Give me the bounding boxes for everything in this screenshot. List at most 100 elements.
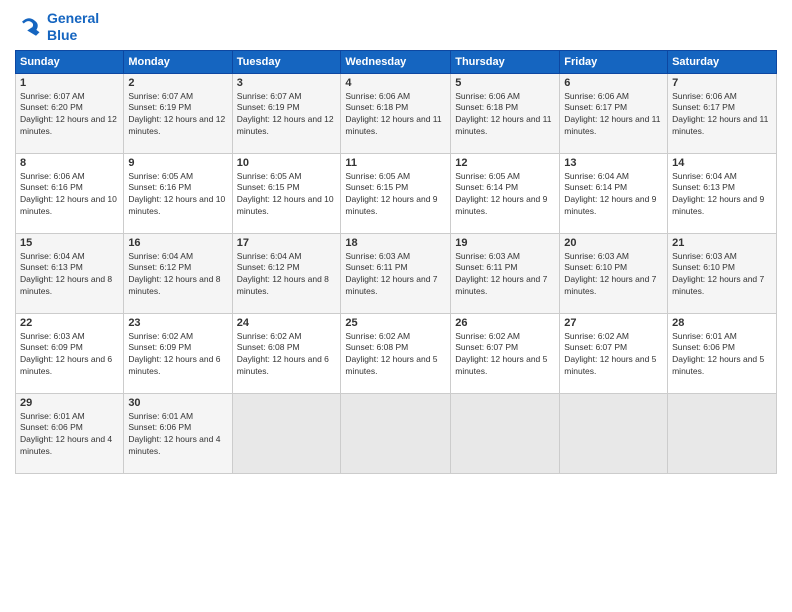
- day-info: Sunrise: 6:03 AMSunset: 6:11 PMDaylight:…: [455, 251, 555, 299]
- weekday-header-monday: Monday: [124, 50, 232, 73]
- calendar-cell: 15 Sunrise: 6:04 AMSunset: 6:13 PMDayligh…: [16, 233, 124, 313]
- day-number: 6: [564, 77, 663, 89]
- calendar-cell: 13 Sunrise: 6:04 AMSunset: 6:14 PMDayligh…: [560, 153, 668, 233]
- day-info: Sunrise: 6:02 AMSunset: 6:08 PMDaylight:…: [345, 331, 446, 379]
- calendar-cell: 22 Sunrise: 6:03 AMSunset: 6:09 PMDayligh…: [16, 313, 124, 393]
- week-row-3: 15 Sunrise: 6:04 AMSunset: 6:13 PMDayligh…: [16, 233, 777, 313]
- day-number: 17: [237, 237, 337, 249]
- calendar-cell: 10 Sunrise: 6:05 AMSunset: 6:15 PMDayligh…: [232, 153, 341, 233]
- day-info: Sunrise: 6:01 AMSunset: 6:06 PMDaylight:…: [128, 411, 227, 459]
- week-row-2: 8Sunrise: 6:06 AMSunset: 6:16 PMDaylight…: [16, 153, 777, 233]
- calendar-cell: 24 Sunrise: 6:02 AMSunset: 6:08 PMDayligh…: [232, 313, 341, 393]
- day-number: 27: [564, 317, 663, 329]
- day-number: 16: [128, 237, 227, 249]
- day-number: 2: [128, 77, 227, 89]
- day-number: 13: [564, 157, 663, 169]
- calendar-cell: 2Sunrise: 6:07 AMSunset: 6:19 PMDaylight…: [124, 73, 232, 153]
- calendar-cell: 29Sunrise: 6:01 AMSunset: 6:06 PMDayligh…: [16, 393, 124, 473]
- calendar-cell: 1 Sunrise: 6:07 AMSunset: 6:20 PMDaylight…: [16, 73, 124, 153]
- calendar-cell: 30 Sunrise: 6:01 AMSunset: 6:06 PMDayligh…: [124, 393, 232, 473]
- day-info: Sunrise: 6:04 AMSunset: 6:13 PMDaylight:…: [20, 251, 119, 299]
- day-number: 20: [564, 237, 663, 249]
- day-info: Sunrise: 6:02 AMSunset: 6:09 PMDaylight:…: [128, 331, 227, 379]
- page-container: General Blue SundayMondayTuesdayWednesda…: [0, 0, 792, 484]
- day-info: Sunrise: 6:03 AMSunset: 6:11 PMDaylight:…: [345, 251, 446, 299]
- day-number: 23: [128, 317, 227, 329]
- calendar-cell: 20 Sunrise: 6:03 AMSunset: 6:10 PMDayligh…: [560, 233, 668, 313]
- calendar-cell: 16 Sunrise: 6:04 AMSunset: 6:12 PMDayligh…: [124, 233, 232, 313]
- day-info: Sunrise: 6:06 AMSunset: 6:16 PMDaylight:…: [20, 171, 119, 219]
- day-number: 24: [237, 317, 337, 329]
- day-number: 26: [455, 317, 555, 329]
- day-info: Sunrise: 6:06 AMSunset: 6:17 PMDaylight:…: [564, 91, 663, 139]
- day-number: 22: [20, 317, 119, 329]
- day-info: Sunrise: 6:04 AMSunset: 6:12 PMDaylight:…: [128, 251, 227, 299]
- day-number: 25: [345, 317, 446, 329]
- weekday-header-sunday: Sunday: [16, 50, 124, 73]
- day-number: 5: [455, 77, 555, 89]
- calendar-cell: 27 Sunrise: 6:02 AMSunset: 6:07 PMDayligh…: [560, 313, 668, 393]
- logo-icon: [15, 13, 43, 41]
- day-info: Sunrise: 6:01 AMSunset: 6:06 PMDaylight:…: [672, 331, 772, 379]
- calendar-cell: 11 Sunrise: 6:05 AMSunset: 6:15 PMDayligh…: [341, 153, 451, 233]
- weekday-header-thursday: Thursday: [451, 50, 560, 73]
- calendar-cell: [560, 393, 668, 473]
- day-number: 12: [455, 157, 555, 169]
- day-info: Sunrise: 6:02 AMSunset: 6:08 PMDaylight:…: [237, 331, 337, 379]
- calendar-cell: 7 Sunrise: 6:06 AMSunset: 6:17 PMDaylight…: [668, 73, 777, 153]
- calendar-cell: 14 Sunrise: 6:04 AMSunset: 6:13 PMDayligh…: [668, 153, 777, 233]
- day-info: Sunrise: 6:06 AMSunset: 6:18 PMDaylight:…: [345, 91, 446, 139]
- calendar-cell: 19Sunrise: 6:03 AMSunset: 6:11 PMDayligh…: [451, 233, 560, 313]
- day-number: 21: [672, 237, 772, 249]
- weekday-header-row: SundayMondayTuesdayWednesdayThursdayFrid…: [16, 50, 777, 73]
- day-number: 4: [345, 77, 446, 89]
- day-number: 9: [128, 157, 227, 169]
- day-info: Sunrise: 6:01 AMSunset: 6:06 PMDaylight:…: [20, 411, 119, 459]
- calendar-cell: 18 Sunrise: 6:03 AMSunset: 6:11 PMDayligh…: [341, 233, 451, 313]
- calendar-cell: 26 Sunrise: 6:02 AMSunset: 6:07 PMDayligh…: [451, 313, 560, 393]
- day-info: Sunrise: 6:04 AMSunset: 6:13 PMDaylight:…: [672, 171, 772, 219]
- day-info: Sunrise: 6:07 AMSunset: 6:19 PMDaylight:…: [237, 91, 337, 139]
- day-number: 14: [672, 157, 772, 169]
- calendar-cell: 23 Sunrise: 6:02 AMSunset: 6:09 PMDayligh…: [124, 313, 232, 393]
- day-number: 3: [237, 77, 337, 89]
- calendar-cell: 9 Sunrise: 6:05 AMSunset: 6:16 PMDaylight…: [124, 153, 232, 233]
- calendar-cell: [341, 393, 451, 473]
- calendar-cell: 28Sunrise: 6:01 AMSunset: 6:06 PMDayligh…: [668, 313, 777, 393]
- calendar-cell: [232, 393, 341, 473]
- day-number: 30: [128, 397, 227, 409]
- calendar-cell: 21Sunrise: 6:03 AMSunset: 6:10 PMDayligh…: [668, 233, 777, 313]
- day-info: Sunrise: 6:03 AMSunset: 6:09 PMDaylight:…: [20, 331, 119, 379]
- calendar-body: 1 Sunrise: 6:07 AMSunset: 6:20 PMDaylight…: [16, 73, 777, 473]
- day-info: Sunrise: 6:05 AMSunset: 6:15 PMDaylight:…: [345, 171, 446, 219]
- day-number: 11: [345, 157, 446, 169]
- calendar-cell: 3 Sunrise: 6:07 AMSunset: 6:19 PMDaylight…: [232, 73, 341, 153]
- calendar-table: SundayMondayTuesdayWednesdayThursdayFrid…: [15, 50, 777, 474]
- day-info: Sunrise: 6:03 AMSunset: 6:10 PMDaylight:…: [564, 251, 663, 299]
- calendar-cell: 25 Sunrise: 6:02 AMSunset: 6:08 PMDayligh…: [341, 313, 451, 393]
- calendar-cell: 6 Sunrise: 6:06 AMSunset: 6:17 PMDaylight…: [560, 73, 668, 153]
- calendar-cell: 4 Sunrise: 6:06 AMSunset: 6:18 PMDaylight…: [341, 73, 451, 153]
- calendar-cell: 12Sunrise: 6:05 AMSunset: 6:14 PMDayligh…: [451, 153, 560, 233]
- day-number: 18: [345, 237, 446, 249]
- day-info: Sunrise: 6:05 AMSunset: 6:15 PMDaylight:…: [237, 171, 337, 219]
- day-number: 1: [20, 77, 119, 89]
- logo-text: General Blue: [47, 10, 99, 44]
- day-info: Sunrise: 6:06 AMSunset: 6:17 PMDaylight:…: [672, 91, 772, 139]
- week-row-5: 29Sunrise: 6:01 AMSunset: 6:06 PMDayligh…: [16, 393, 777, 473]
- day-number: 7: [672, 77, 772, 89]
- day-number: 15: [20, 237, 119, 249]
- day-info: Sunrise: 6:04 AMSunset: 6:14 PMDaylight:…: [564, 171, 663, 219]
- day-info: Sunrise: 6:06 AMSunset: 6:18 PMDaylight:…: [455, 91, 555, 139]
- day-info: Sunrise: 6:05 AMSunset: 6:16 PMDaylight:…: [128, 171, 227, 219]
- weekday-header-wednesday: Wednesday: [341, 50, 451, 73]
- calendar-cell: [668, 393, 777, 473]
- calendar-cell: [451, 393, 560, 473]
- weekday-header-friday: Friday: [560, 50, 668, 73]
- day-number: 10: [237, 157, 337, 169]
- day-info: Sunrise: 6:02 AMSunset: 6:07 PMDaylight:…: [564, 331, 663, 379]
- day-info: Sunrise: 6:07 AMSunset: 6:20 PMDaylight:…: [20, 91, 119, 139]
- weekday-header-saturday: Saturday: [668, 50, 777, 73]
- day-info: Sunrise: 6:02 AMSunset: 6:07 PMDaylight:…: [455, 331, 555, 379]
- calendar-cell: 8Sunrise: 6:06 AMSunset: 6:16 PMDaylight…: [16, 153, 124, 233]
